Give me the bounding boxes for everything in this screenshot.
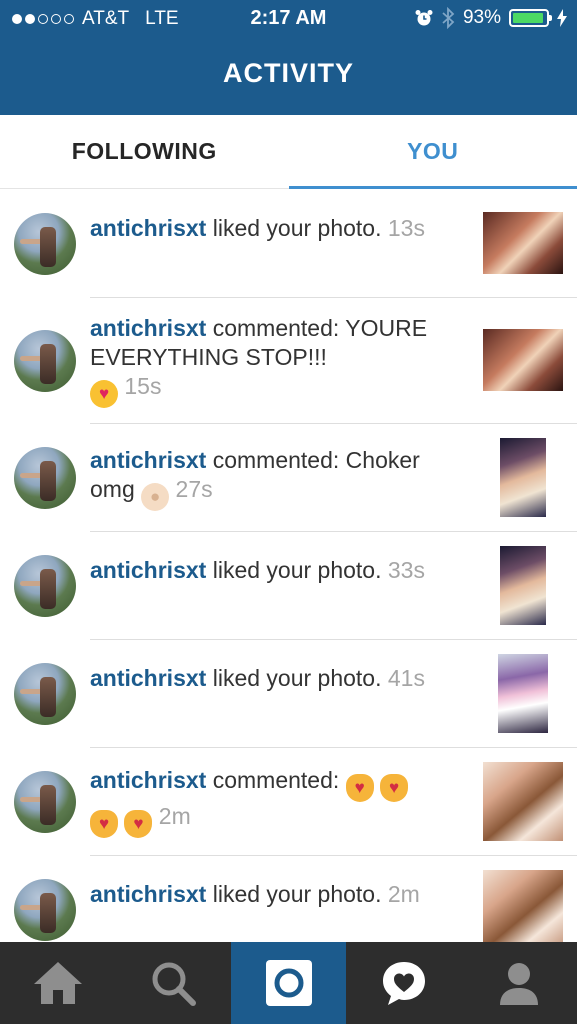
heart-eyes-emoji-icon: ♥ [90, 380, 118, 408]
username-link[interactable]: antichrisxt [90, 447, 206, 473]
list-item[interactable]: antichrisxt commented: Choker omg ● 27s [0, 424, 577, 532]
camera-icon [265, 960, 312, 1006]
post-thumbnail[interactable] [500, 438, 546, 517]
avatar[interactable] [14, 447, 76, 509]
avatar[interactable] [14, 330, 76, 392]
ok-hand-emoji-icon: ● [141, 483, 170, 511]
post-thumbnail[interactable] [500, 546, 546, 625]
tab-following[interactable]: FOLLOWING [0, 115, 289, 188]
post-thumbnail[interactable] [498, 654, 548, 733]
alarm-icon [415, 10, 433, 26]
action-text: liked your photo. [206, 557, 382, 583]
list-item[interactable]: antichrisxt commented: ♥ ♥ ♥ ♥ 2m [0, 748, 577, 856]
timestamp: 13s [387, 215, 425, 241]
status-bar: AT&T LTE 2:17 AM 93% [0, 0, 577, 38]
battery-percent: 93% [462, 7, 501, 28]
charging-icon [557, 9, 567, 27]
home-icon [33, 962, 82, 1004]
username-link[interactable]: antichrisxt [90, 215, 206, 241]
heart-eyes-cat-emoji-icon: ♥ [90, 810, 118, 838]
timestamp: 2m [387, 881, 420, 907]
timestamp: 33s [387, 557, 425, 583]
post-thumbnail[interactable] [483, 762, 563, 841]
battery-icon [509, 9, 552, 27]
activity-icon [382, 962, 425, 1005]
notification-text: antichrisxt commented: YOURE EVERYTHING … [90, 314, 460, 408]
notification-text: antichrisxt commented: Choker omg ● 27s [90, 446, 460, 511]
avatar[interactable] [14, 771, 76, 833]
nav-search[interactable] [115, 942, 230, 1024]
action-text: liked your photo. [206, 215, 382, 241]
avatar[interactable] [14, 555, 76, 617]
nav-profile[interactable] [462, 942, 577, 1024]
nav-home[interactable] [0, 942, 115, 1024]
status-right: 93% [415, 7, 567, 29]
notification-text: antichrisxt liked your photo. 41s [90, 664, 460, 693]
timestamp: 27s [175, 476, 213, 502]
avatar[interactable] [14, 213, 76, 275]
list-item[interactable]: antichrisxt liked your photo. 41s [0, 640, 577, 748]
notification-text: antichrisxt commented: ♥ ♥ ♥ ♥ 2m [90, 766, 460, 838]
list-item[interactable]: antichrisxt liked your photo. 2m [0, 856, 577, 942]
timestamp: 2m [158, 803, 191, 829]
avatar[interactable] [14, 879, 76, 941]
list-item[interactable]: antichrisxt liked your photo. 13s [0, 190, 577, 298]
notification-text: antichrisxt liked your photo. 33s [90, 556, 460, 585]
profile-icon [500, 963, 539, 1005]
notification-text: antichrisxt liked your photo. 13s [90, 214, 460, 243]
username-link[interactable]: antichrisxt [90, 665, 206, 691]
username-link[interactable]: antichrisxt [90, 881, 206, 907]
heart-eyes-cat-emoji-icon: ♥ [380, 774, 409, 802]
action-text: liked your photo. [206, 881, 382, 907]
search-icon [152, 962, 197, 1006]
page-title: ACTIVITY [222, 58, 354, 88]
post-thumbnail[interactable] [483, 329, 563, 391]
heart-eyes-cat-emoji-icon: ♥ [345, 774, 374, 802]
post-thumbnail[interactable] [483, 212, 563, 274]
action-text: liked your photo. [206, 665, 382, 691]
nav-activity[interactable] [346, 942, 461, 1024]
list-item[interactable]: antichrisxt liked your photo. 33s [0, 532, 577, 640]
list-item[interactable]: antichrisxt commented: YOURE EVERYTHING … [0, 298, 577, 424]
action-text: commented: [206, 767, 340, 793]
timestamp: 15s [124, 373, 162, 399]
notification-text: antichrisxt liked your photo. 2m [90, 880, 460, 909]
bottom-tab-bar [0, 942, 577, 1024]
header-bar: AT&T LTE 2:17 AM 93% ACTIVITY [0, 0, 577, 115]
bluetooth-icon [442, 7, 455, 29]
activity-tabs: FOLLOWING YOU [0, 115, 577, 189]
username-link[interactable]: antichrisxt [90, 315, 206, 341]
username-link[interactable]: antichrisxt [90, 767, 206, 793]
timestamp: 41s [387, 665, 425, 691]
username-link[interactable]: antichrisxt [90, 557, 206, 583]
nav-camera[interactable] [230, 942, 347, 1024]
activity-feed[interactable]: antichrisxt liked your photo. 13s antich… [0, 190, 577, 942]
avatar[interactable] [14, 663, 76, 725]
heart-eyes-cat-emoji-icon: ♥ [124, 810, 153, 838]
tab-you[interactable]: YOU [288, 115, 577, 189]
post-thumbnail[interactable] [483, 870, 563, 942]
